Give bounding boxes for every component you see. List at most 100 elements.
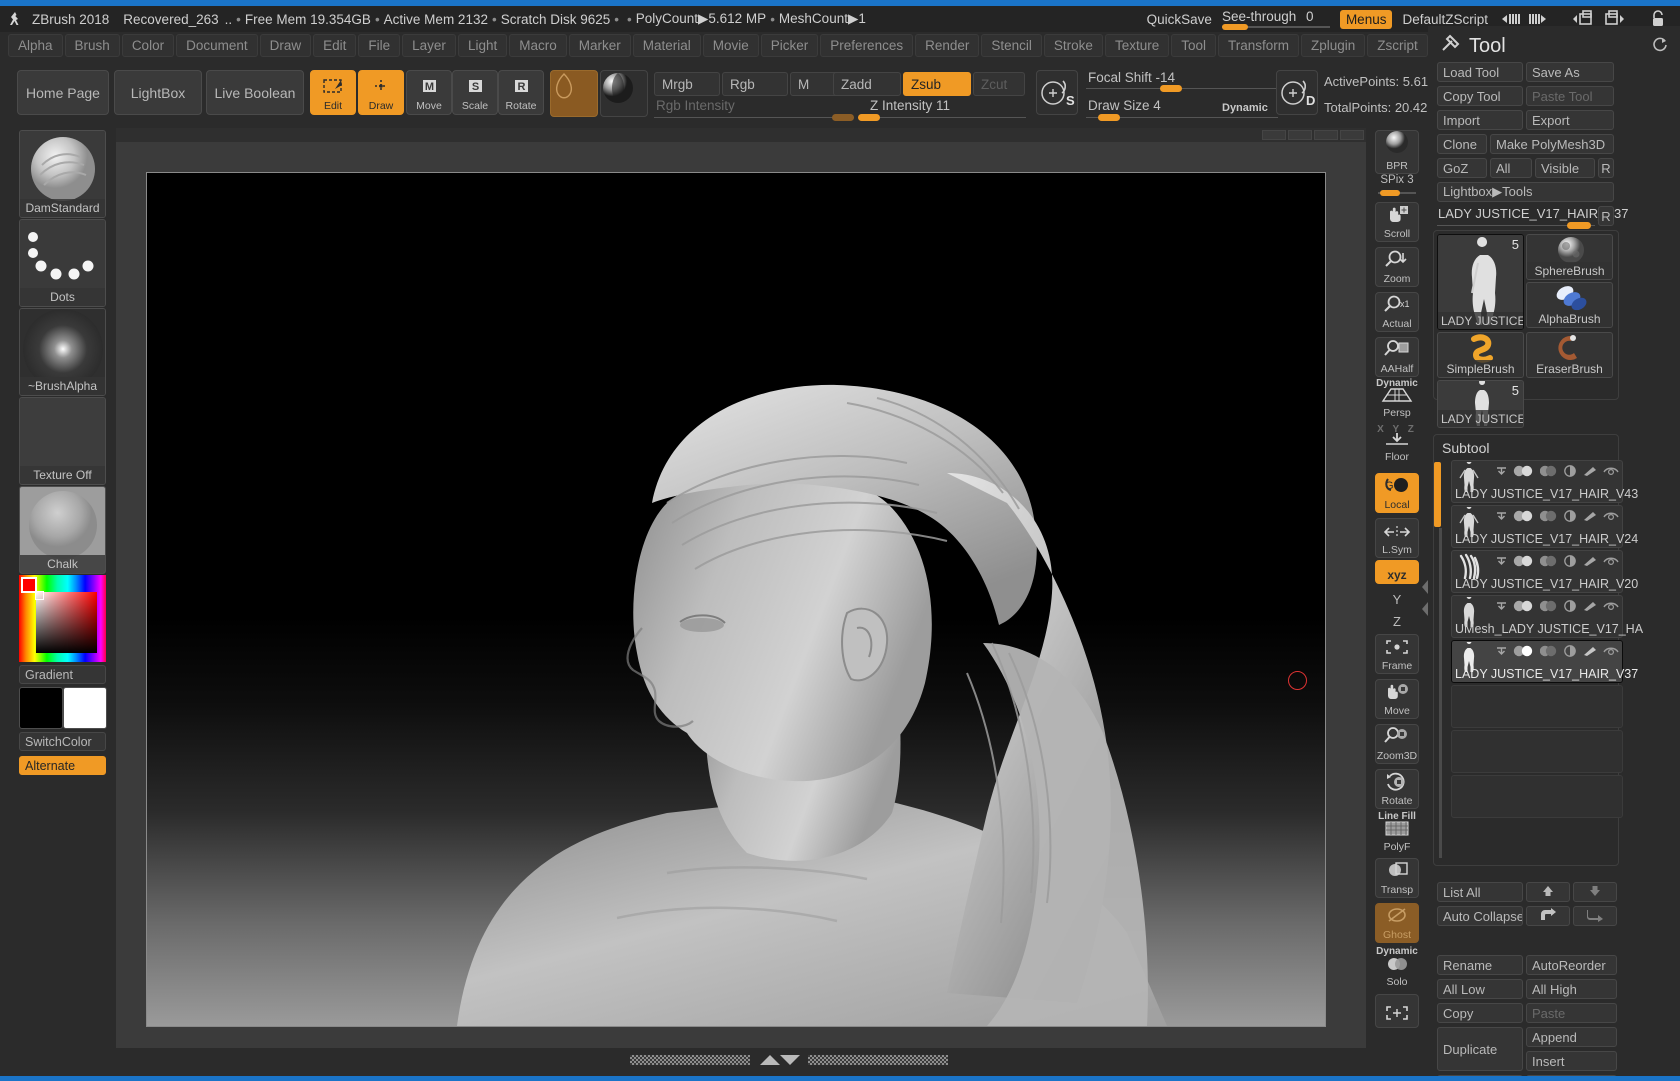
z-axis-button[interactable]: Z <box>1375 608 1419 630</box>
menu-color[interactable]: Color <box>121 33 175 57</box>
bottom-scroll-left[interactable] <box>630 1055 750 1065</box>
eye-visibility-icon[interactable] <box>1603 645 1619 660</box>
see-through-slider[interactable]: See-through 0 <box>1221 6 1330 32</box>
menu-macro[interactable]: Macro <box>509 33 567 57</box>
eyedropper-icon[interactable] <box>1495 646 1508 660</box>
polyframe-button[interactable]: PolyF <box>1375 820 1419 854</box>
move-in-button[interactable] <box>1526 906 1570 926</box>
draw-size-d-button[interactable]: D <box>1276 70 1318 115</box>
tool-tile-simplebrush[interactable]: SimpleBrush <box>1437 332 1524 378</box>
bottom-scroll-right[interactable] <box>808 1055 948 1065</box>
paste-tool-button[interactable]: Paste Tool <box>1526 86 1614 106</box>
make-polymesh3d-button[interactable]: Make PolyMesh3D <box>1490 134 1614 154</box>
export-button[interactable]: Export <box>1526 110 1614 130</box>
goz-button[interactable]: GoZ <box>1437 158 1487 178</box>
sculpt-model[interactable] <box>147 173 1325 1026</box>
eyedropper-icon[interactable] <box>1495 556 1508 570</box>
move-out-button[interactable] <box>1573 906 1617 926</box>
menu-preferences[interactable]: Preferences <box>820 33 914 57</box>
contrast-half-icon[interactable] <box>1539 645 1558 660</box>
import-button[interactable]: Import <box>1437 110 1523 130</box>
canvas-area[interactable] <box>116 128 1366 1048</box>
move-3d-button[interactable]: Move <box>1375 679 1419 719</box>
list-all-button[interactable]: List All <box>1437 882 1523 902</box>
scroll-button[interactable]: Scroll <box>1375 202 1419 242</box>
polypaint-brush-icon[interactable] <box>1582 600 1598 615</box>
zadd-toggle[interactable]: Zadd <box>833 72 901 96</box>
rotate-mode-button[interactable]: R Rotate <box>498 70 544 115</box>
append-button[interactable]: Append <box>1526 1027 1617 1047</box>
menu-stencil[interactable]: Stencil <box>981 33 1042 57</box>
eye-visibility-icon[interactable] <box>1603 555 1619 570</box>
zoom-button[interactable]: Zoom <box>1375 247 1419 287</box>
local-symmetry-button[interactable]: G Local <box>1375 473 1419 513</box>
current-texture-thumbnail[interactable]: Texture Off <box>19 397 106 485</box>
quicksave-button[interactable]: QuickSave <box>1147 12 1212 27</box>
visibility-dots-icon[interactable] <box>1513 465 1535 480</box>
polypaint-brush-icon[interactable] <box>1582 510 1598 525</box>
subtool-row-v20[interactable]: LADY JUSTICE_V17_HAIR_V20 <box>1451 550 1638 593</box>
menu-stroke[interactable]: Stroke <box>1043 33 1103 57</box>
subtool-row-v37-selected[interactable]: LADY JUSTICE_V17_HAIR_V37 <box>1451 639 1638 683</box>
subtool-row-v24[interactable]: LADY JUSTICE_V17_HAIR_V24 <box>1451 504 1638 548</box>
aahalf-button[interactable]: AAHalf <box>1375 337 1419 377</box>
tool-tile-spherebrush[interactable]: SphereBrush <box>1526 234 1613 280</box>
load-tool-button[interactable]: Load Tool <box>1437 62 1523 82</box>
rgb-intensity-slider[interactable]: Rgb Intensity <box>654 98 854 121</box>
all-high-button[interactable]: All High <box>1526 979 1617 999</box>
tool-tile-lady-justice-1[interactable]: 5 LADY JUSTICE_V <box>1437 234 1524 330</box>
perspective-button[interactable]: Persp <box>1375 386 1419 420</box>
current-material-thumbnail[interactable]: Chalk <box>19 486 106 574</box>
current-tool-knob[interactable] <box>1567 222 1591 229</box>
rename-button[interactable]: Rename <box>1437 955 1523 975</box>
gradient-button[interactable]: Gradient <box>19 665 106 684</box>
menu-picker[interactable]: Picker <box>760 33 819 57</box>
zscript-label[interactable]: DefaultZScript <box>1402 12 1488 27</box>
paste-subtool-button[interactable]: Paste <box>1526 1003 1617 1023</box>
actual-size-button[interactable]: x1 Actual <box>1375 292 1419 332</box>
split-circle-icon[interactable] <box>1563 600 1577 615</box>
document-viewport[interactable] <box>146 172 1326 1027</box>
contrast-half-icon[interactable] <box>1539 510 1558 525</box>
current-material-swatch[interactable] <box>600 70 648 117</box>
transparency-button[interactable]: Transp <box>1375 858 1419 898</box>
floor-button[interactable]: Floor <box>1375 433 1419 464</box>
secondary-color-swatch[interactable] <box>63 687 107 729</box>
menu-document[interactable]: Document <box>176 33 258 57</box>
focal-shift-knob[interactable] <box>1160 85 1182 92</box>
tool-tile-lady-justice-2[interactable]: 5 LADY JUSTICE_V <box>1437 380 1524 428</box>
current-alpha-thumbnail[interactable]: ~BrushAlpha <box>19 308 106 396</box>
menu-brush[interactable]: Brush <box>64 33 120 57</box>
extra-frame-button[interactable] <box>1375 994 1419 1028</box>
zcut-toggle[interactable]: Zcut <box>973 72 1025 96</box>
scroll-segment[interactable] <box>1288 130 1313 140</box>
subtool-row-v43[interactable]: LADY JUSTICE_V17_HAIR_V43 <box>1451 459 1638 503</box>
zoom3d-button[interactable]: Zoom3D <box>1375 724 1419 764</box>
menu-alpha[interactable]: Alpha <box>8 33 63 57</box>
z-intensity-slider[interactable]: Z Intensity 11 <box>858 98 1026 121</box>
z-intensity-knob[interactable] <box>858 114 880 121</box>
eye-visibility-icon[interactable] <box>1603 510 1619 525</box>
menu-zplugin[interactable]: Zplugin <box>1301 33 1366 57</box>
polypaint-brush-icon[interactable] <box>1582 645 1598 660</box>
rgb-intensity-knob[interactable] <box>832 114 854 121</box>
subtool-row-icons[interactable] <box>1495 555 1619 570</box>
eyedropper-icon[interactable] <box>1495 466 1508 480</box>
contrast-half-icon[interactable] <box>1539 555 1558 570</box>
menu-render[interactable]: Render <box>915 33 980 57</box>
subtool-row-empty-1[interactable] <box>1451 685 1623 728</box>
frame-button[interactable]: Frame <box>1375 634 1419 674</box>
bpr-render-button[interactable]: BPR <box>1375 130 1419 174</box>
menu-tool[interactable]: Tool <box>1171 33 1216 57</box>
spix-knob[interactable] <box>1380 190 1400 196</box>
subtool-row-icons[interactable] <box>1495 465 1619 480</box>
scale-mode-button[interactable]: S Scale <box>452 70 498 115</box>
copy-subtool-button[interactable]: Copy <box>1437 1003 1523 1023</box>
menu-file[interactable]: File <box>358 33 401 57</box>
xyz-rotate-button[interactable]: xyz <box>1375 560 1419 584</box>
duplicate-button[interactable]: Duplicate <box>1437 1027 1523 1071</box>
scroll-segment[interactable] <box>1340 130 1364 140</box>
color-picker[interactable] <box>19 575 106 662</box>
move-down-button[interactable] <box>1573 882 1617 902</box>
contrast-half-icon[interactable] <box>1539 600 1558 615</box>
